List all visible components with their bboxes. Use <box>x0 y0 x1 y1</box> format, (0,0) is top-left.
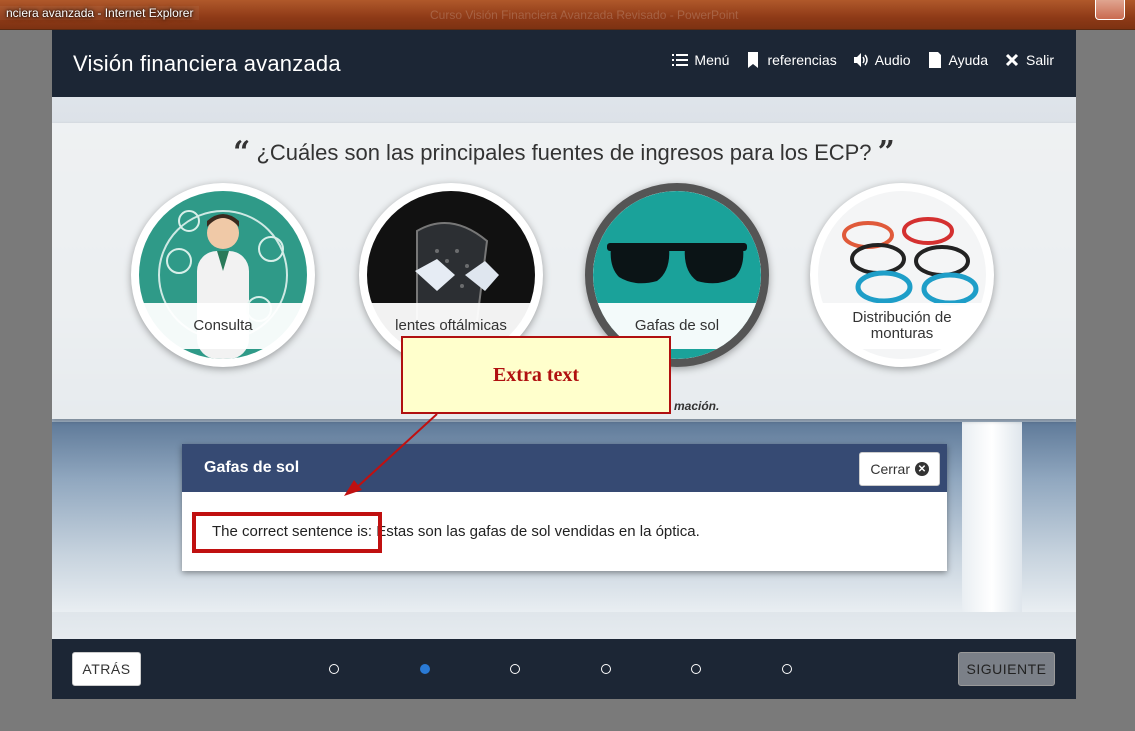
nav-references-button[interactable]: referencias <box>745 52 837 68</box>
annotation-callout: Extra text <box>401 336 671 414</box>
footer: ATRÁS SIGUIENTE <box>52 639 1076 699</box>
nav-help-button[interactable]: Ayuda <box>927 52 988 68</box>
nav-audio-button[interactable]: Audio <box>853 52 911 68</box>
dialog-title: Gafas de sol <box>204 459 300 476</box>
pager-dot[interactable] <box>510 664 520 674</box>
option-consulta[interactable]: Consulta <box>131 183 315 367</box>
pager-dot[interactable] <box>691 664 701 674</box>
window-close-button[interactable] <box>1095 0 1125 20</box>
header: Visión financiera avanzada Menú referenc… <box>52 30 1076 97</box>
pager-dot-active[interactable] <box>419 664 430 674</box>
background-pillar <box>962 422 1022 612</box>
window-faint-title: Curso Visión Financiera Avanzada Revisad… <box>430 8 739 22</box>
top-nav: Menú referencias Audio Ayuda Salir <box>672 52 1054 68</box>
close-icon <box>1005 53 1019 67</box>
nav-menu-button[interactable]: Menú <box>672 52 729 68</box>
nav-exit-button[interactable]: Salir <box>1004 52 1054 68</box>
dialog-header: Gafas de sol Cerrar ✕ <box>182 444 947 492</box>
nav-exit-label: Salir <box>1025 52 1054 68</box>
dialog-close-button[interactable]: Cerrar ✕ <box>859 452 940 486</box>
window-titlebar: nciera avanzada - Internet Explorer Curs… <box>0 0 1135 30</box>
nav-references-label: referencias <box>767 52 837 68</box>
nav-menu-label: Menú <box>694 52 730 68</box>
nav-audio-label: Audio <box>874 52 911 68</box>
course-player: Visión financiera avanzada Menú referenc… <box>52 30 1076 699</box>
close-quote: ” <box>877 135 895 170</box>
nav-help-label: Ayuda <box>948 52 988 68</box>
menu-icon <box>672 54 689 66</box>
slide-pager <box>329 664 872 674</box>
option-distribucion-monturas[interactable]: Distribución de monturas <box>810 183 994 367</box>
bookmark-icon <box>748 52 759 68</box>
speaker-icon <box>853 53 868 67</box>
open-quote: “ <box>233 135 251 170</box>
window-title: nciera avanzada - Internet Explorer <box>0 6 200 20</box>
close-circle-icon: ✕ <box>915 462 929 476</box>
option-label: Consulta <box>131 303 315 349</box>
highlight-box <box>192 512 382 553</box>
instruction-hint: mación. <box>674 399 720 413</box>
question-text: ¿Cuáles son las principales fuentes de i… <box>256 140 872 165</box>
course-title: Visión financiera avanzada <box>73 51 341 76</box>
dialog-close-label: Cerrar <box>870 461 910 477</box>
pager-dot[interactable] <box>329 664 339 674</box>
back-button[interactable]: ATRÁS <box>72 652 141 686</box>
next-button[interactable]: SIGUIENTE <box>958 652 1055 686</box>
callout-text: Extra text <box>492 363 580 386</box>
document-icon <box>928 52 941 68</box>
option-label: Distribución de monturas <box>810 303 994 349</box>
pager-dot[interactable] <box>600 664 611 674</box>
question-heading: “ ¿Cuáles son las principales fuentes de… <box>52 135 1076 170</box>
pager-dot[interactable] <box>781 664 792 674</box>
